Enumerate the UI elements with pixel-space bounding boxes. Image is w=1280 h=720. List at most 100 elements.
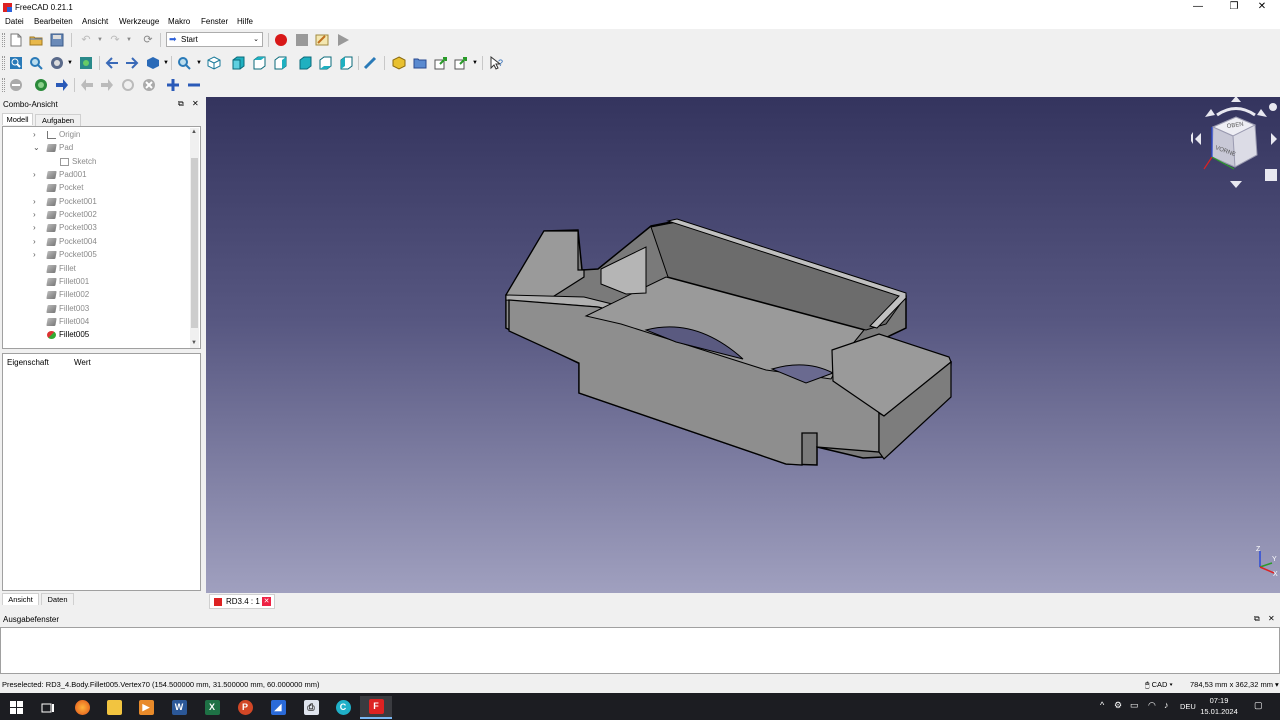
draw-style-dropdown-icon[interactable]: ▼ xyxy=(67,60,73,66)
record-macro-icon[interactable] xyxy=(273,32,289,48)
powerpoint-icon[interactable]: P xyxy=(229,696,261,719)
excel-icon[interactable]: X xyxy=(196,696,228,719)
edit-macro-icon[interactable] xyxy=(314,32,330,48)
web-back-disabled-icon[interactable] xyxy=(79,77,95,93)
task-view-icon[interactable] xyxy=(32,696,64,719)
tree-item[interactable]: › Pocket005 xyxy=(3,248,189,261)
std-views-dropdown-icon[interactable]: ▼ xyxy=(163,60,169,66)
toolbar-grip[interactable] xyxy=(2,33,5,47)
tree-scrollbar[interactable]: ▲ ▼ xyxy=(190,128,199,348)
zoom-dropdown-icon[interactable]: ▼ xyxy=(196,60,202,66)
tree-item[interactable]: Fillet003 xyxy=(3,302,189,315)
create-group-icon[interactable] xyxy=(412,55,428,71)
toolbar-grip[interactable] xyxy=(2,78,5,92)
tab-daten[interactable]: Daten xyxy=(41,593,74,605)
zoom-icon[interactable] xyxy=(176,55,192,71)
bottom-view-icon[interactable] xyxy=(317,55,333,71)
word-icon[interactable]: W xyxy=(163,696,195,719)
cursor-app-icon[interactable]: C xyxy=(327,696,359,719)
chevron-right-icon[interactable]: › xyxy=(33,168,36,181)
redo-icon[interactable]: ↷ xyxy=(107,32,123,48)
chevron-down-icon[interactable]: ⌄ xyxy=(33,141,40,154)
tab-ansicht[interactable]: Ansicht xyxy=(2,593,39,605)
whats-this-help-icon[interactable]: ? xyxy=(489,55,505,71)
tab-modell[interactable]: Modell xyxy=(2,113,33,125)
notifications-icon[interactable]: ▢ xyxy=(1254,700,1263,711)
draw-style-icon[interactable] xyxy=(49,55,65,71)
tree-item[interactable]: › Pocket001 xyxy=(3,195,189,208)
web-zoom-in-icon[interactable] xyxy=(165,77,181,93)
float-panel-icon[interactable]: ⧉ xyxy=(178,99,184,109)
battery-icon[interactable]: ▭ xyxy=(1130,700,1139,711)
close-icon[interactable]: ✕ xyxy=(262,597,271,606)
chevron-right-icon[interactable]: › xyxy=(33,208,36,221)
tree-item[interactable]: Fillet005 xyxy=(3,328,189,341)
isometric-view-icon[interactable] xyxy=(206,55,222,71)
tab-aufgaben[interactable]: Aufgaben xyxy=(35,114,81,126)
tree-item[interactable]: › Pocket004 xyxy=(3,235,189,248)
close-panel-icon[interactable]: ✕ xyxy=(1268,614,1275,623)
toolbar-grip[interactable] xyxy=(2,56,5,70)
volume-icon[interactable]: ♪ xyxy=(1164,700,1169,710)
measure-icon[interactable] xyxy=(362,55,378,71)
input-language[interactable]: DEU xyxy=(1180,702,1196,711)
redo-dropdown-icon[interactable]: ▼ xyxy=(126,37,132,43)
save-file-icon[interactable] xyxy=(49,32,65,48)
menu-fenster[interactable]: Fenster xyxy=(201,17,228,26)
close-button[interactable]: ✕ xyxy=(1244,0,1280,15)
navigation-style-selector[interactable]: 🖱 CAD ▾ xyxy=(1145,680,1173,690)
clock[interactable]: 07:19 15.01.2024 xyxy=(1198,695,1240,717)
web-refresh-icon[interactable] xyxy=(120,77,136,93)
rear-view-icon[interactable] xyxy=(297,55,313,71)
3d-model[interactable] xyxy=(505,218,952,466)
3d-view[interactable]: OBEN VORNE Z Y X xyxy=(206,96,1280,593)
refresh-icon[interactable]: ⟳ xyxy=(140,32,156,48)
menu-hilfe[interactable]: Hilfe xyxy=(237,17,253,26)
new-file-icon[interactable] xyxy=(8,32,24,48)
minimize-button[interactable]: — xyxy=(1180,0,1216,15)
menu-makro[interactable]: Makro xyxy=(168,17,190,26)
view-back-icon[interactable] xyxy=(104,55,120,71)
view-dimensions[interactable]: 784,53 mm x 362,32 mm ▾ xyxy=(1190,680,1279,689)
chevron-up-icon[interactable]: ▲ xyxy=(191,129,197,135)
top-view-icon[interactable] xyxy=(251,55,267,71)
output-window[interactable] xyxy=(0,627,1280,674)
app-icon[interactable]: ◢ xyxy=(262,696,294,719)
open-file-icon[interactable] xyxy=(28,32,44,48)
network-device-icon[interactable]: ⚙ xyxy=(1114,700,1122,711)
close-panel-icon[interactable]: ✕ xyxy=(192,99,199,108)
menu-datei[interactable]: Datei xyxy=(5,17,24,26)
undo-icon[interactable]: ↶ xyxy=(78,32,94,48)
tree-item[interactable]: Fillet001 xyxy=(3,275,189,288)
firefox-icon[interactable] xyxy=(66,696,98,719)
web-zoom-out-icon[interactable] xyxy=(186,77,202,93)
chevron-right-icon[interactable]: › xyxy=(33,221,36,234)
workbench-selector[interactable]: ➡ Start ⌄ xyxy=(166,32,263,47)
web-stop-icon[interactable] xyxy=(141,77,157,93)
chevron-right-icon[interactable]: › xyxy=(33,235,36,248)
tree-item[interactable]: Fillet004 xyxy=(3,315,189,328)
std-views-icon[interactable] xyxy=(145,55,161,71)
tree-item[interactable]: › Origin xyxy=(3,128,189,141)
float-panel-icon[interactable]: ⧉ xyxy=(1254,614,1260,624)
fit-selection-icon[interactable] xyxy=(28,55,44,71)
printer-icon[interactable]: ⎙ xyxy=(295,696,327,719)
tree-item[interactable]: Fillet002 xyxy=(3,288,189,301)
scrollbar-thumb[interactable] xyxy=(191,158,198,328)
windows-start-icon[interactable] xyxy=(0,696,32,719)
menu-bearbeiten[interactable]: Bearbeiten xyxy=(34,17,73,26)
tree-item[interactable]: Pocket xyxy=(3,181,189,194)
view-forward-icon[interactable] xyxy=(124,55,140,71)
create-part-icon[interactable] xyxy=(391,55,407,71)
document-tab[interactable]: RD3.4 : 1 ✕ xyxy=(209,594,275,609)
chevron-down-icon[interactable]: ▼ xyxy=(191,340,197,346)
file-explorer-icon[interactable] xyxy=(98,696,130,719)
fit-all-icon[interactable] xyxy=(8,55,24,71)
left-view-icon[interactable] xyxy=(338,55,354,71)
navigation-bar-icon[interactable] xyxy=(8,77,24,93)
link-actions-icon[interactable] xyxy=(453,55,469,71)
web-forward-icon[interactable] xyxy=(54,77,70,93)
menu-werkzeuge[interactable]: Werkzeuge xyxy=(119,17,159,26)
web-home-icon[interactable] xyxy=(33,77,49,93)
run-macro-icon[interactable] xyxy=(335,32,351,48)
